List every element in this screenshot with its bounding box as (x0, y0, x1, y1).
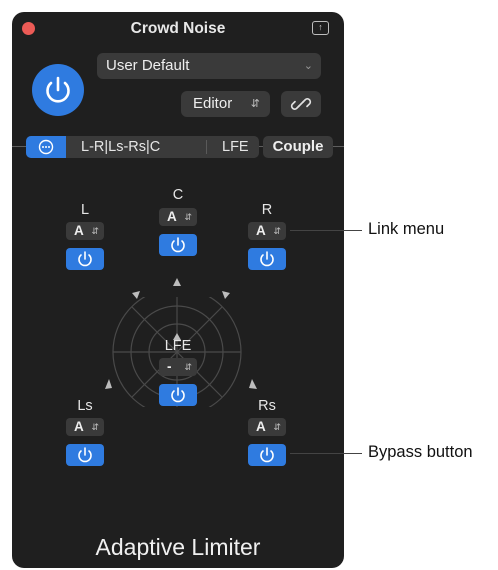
callout-line-link-menu (290, 230, 362, 231)
speaker-rs-icon (249, 379, 257, 389)
link-value: A (167, 209, 177, 224)
link-value: - (167, 359, 172, 374)
power-icon (260, 447, 274, 463)
bypass-button-r[interactable] (248, 248, 286, 270)
preset-menu[interactable]: User Default ⌄ (97, 53, 321, 79)
link-value: A (74, 223, 84, 238)
editor-menu[interactable]: Editor ⇵ (181, 91, 270, 117)
link-menu-l[interactable]: A ⇵ (66, 222, 104, 240)
power-icon (78, 251, 92, 267)
link-menu-r[interactable]: A ⇵ (248, 222, 286, 240)
bypass-button-lfe[interactable] (159, 384, 197, 406)
up-down-chevron-icon: ⇵ (184, 362, 192, 372)
bypass-button-l[interactable] (66, 248, 104, 270)
up-down-chevron-icon: ⇵ (273, 226, 281, 236)
link-button[interactable] (281, 91, 321, 117)
bypass-button-rs[interactable] (248, 444, 286, 466)
up-down-chevron-icon: ⇵ (91, 422, 99, 432)
preset-label: User Default (106, 57, 190, 74)
callout-bypass-button: Bypass button (368, 443, 473, 461)
channel-label-lfe: LFE (164, 338, 192, 354)
tab-lfe[interactable]: LFE (222, 136, 249, 158)
speaker-c-icon (173, 278, 181, 286)
link-menu-rs[interactable]: A ⇵ (248, 418, 286, 436)
power-icon (171, 237, 185, 253)
speaker-icons (105, 278, 257, 389)
main-power-button[interactable] (32, 64, 84, 116)
tab-surround[interactable]: L-R|Ls-Rs|C (81, 136, 160, 158)
bypass-button-c[interactable] (159, 234, 197, 256)
editor-label: Editor (193, 95, 233, 112)
link-menu-lfe[interactable]: - ⇵ (159, 358, 197, 376)
more-options-button[interactable] (26, 136, 66, 158)
segment-divider (206, 140, 207, 154)
power-icon (171, 387, 185, 403)
link-icon (290, 98, 312, 110)
power-icon (46, 76, 70, 103)
channel-label-c: C (172, 187, 184, 203)
up-down-chevron-icon: ⇵ (273, 422, 281, 432)
plugin-window: Crowd Noise ↑ User Default ⌄ Editor ⇵ L-… (12, 12, 344, 568)
ellipsis-icon (38, 139, 54, 155)
speaker-l-icon (132, 291, 140, 299)
channel-label-r: R (261, 202, 273, 218)
power-icon (78, 447, 92, 463)
plugin-name: Adaptive Limiter (95, 534, 261, 560)
speaker-ls-icon (105, 379, 112, 389)
callout-link-menu: Link menu (368, 220, 445, 238)
up-down-chevron-icon: ⇵ (250, 98, 260, 110)
up-down-chevron-icon: ⇵ (184, 212, 192, 222)
couple-button[interactable]: Couple (263, 136, 333, 158)
expand-icon[interactable]: ↑ (312, 21, 329, 35)
channel-label-rs: Rs (258, 398, 276, 414)
speaker-r-icon (222, 291, 230, 299)
link-menu-ls[interactable]: A ⇵ (66, 418, 104, 436)
link-value: A (74, 419, 84, 434)
channel-label-l: L (80, 202, 90, 218)
chevron-down-icon: ⌄ (303, 60, 313, 72)
callout-line-bypass (290, 453, 362, 454)
link-value: A (256, 419, 266, 434)
power-icon (260, 251, 274, 267)
channel-label-ls: Ls (77, 398, 93, 414)
window-title: Crowd Noise (130, 20, 226, 37)
link-menu-c[interactable]: A ⇵ (159, 208, 197, 226)
channel-format-selector[interactable]: L-R|Ls-Rs|C LFE (26, 136, 259, 158)
up-down-chevron-icon: ⇵ (91, 226, 99, 236)
bypass-button-ls[interactable] (66, 444, 104, 466)
link-value: A (256, 223, 266, 238)
